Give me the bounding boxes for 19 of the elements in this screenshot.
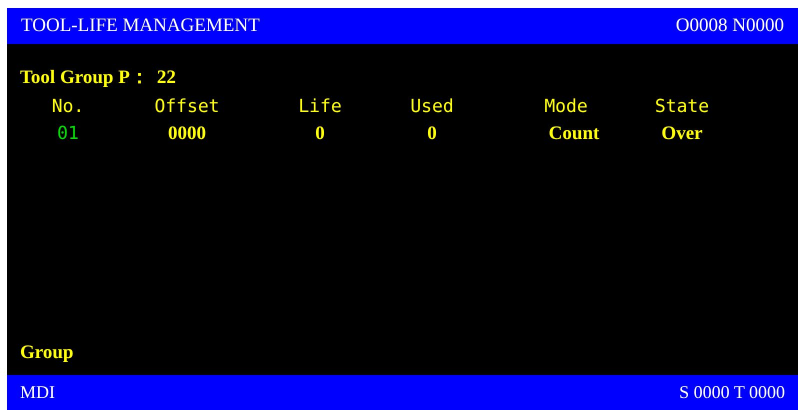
program-number: O0008 N0000	[676, 14, 784, 38]
spindle-tool-readout: S 0000 T 0000	[679, 381, 785, 404]
table-cell-text: 01	[57, 122, 79, 146]
table-cell-text: 0000	[168, 122, 206, 146]
table-cell-text: 0	[315, 122, 325, 146]
column-header: Mode	[544, 95, 588, 119]
column-header: Offset	[154, 95, 220, 119]
input-line: Group	[20, 340, 74, 364]
table-cell-text: Over	[661, 122, 703, 146]
tool-group-label: Tool Group P：	[20, 66, 149, 90]
column-header: Life	[298, 95, 342, 119]
table-cell-text: Count	[548, 122, 600, 146]
column-header: No.	[52, 95, 84, 119]
column-header: State	[654, 95, 710, 119]
mode-indicator: MDI	[20, 381, 55, 404]
tool-group-value: 22	[156, 66, 176, 90]
column-header: Used	[410, 95, 454, 119]
window-title: TOOL-LIFE MANAGEMENT	[21, 14, 260, 38]
table-cell-text: 0	[427, 122, 437, 146]
